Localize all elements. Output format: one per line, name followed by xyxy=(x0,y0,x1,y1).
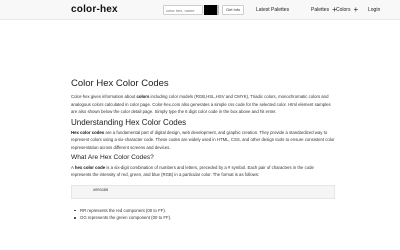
understanding-heading: Understanding Hex Color Codes xyxy=(71,117,187,127)
rgb-component-list: RR represents the red component (00 to F… xyxy=(71,207,335,222)
what-are-heading: What Are Hex Color Codes? xyxy=(71,153,154,161)
understanding-text: are a fundamental part of digital design… xyxy=(71,129,335,150)
code-example-block: #RRGGBB xyxy=(71,184,335,199)
nav-latest-palettes[interactable]: Latest Palettes xyxy=(256,5,289,15)
understanding-bold: Hex color codes xyxy=(71,129,105,135)
intro-bold-colors: colors xyxy=(136,94,150,99)
list-item: RR represents the red component (00 to F… xyxy=(71,207,335,214)
page-title: Color Hex Color Codes xyxy=(71,78,169,89)
what-are-paragraph: A hex color code is a six-digit combinat… xyxy=(71,164,335,179)
what-are-bold: hex color code xyxy=(74,164,106,170)
intro-paragraph: Color-hex gives information about colors… xyxy=(71,93,335,116)
nav-palettes-label: Palettes xyxy=(311,7,330,13)
intro-text-start: Color-hex gives information about xyxy=(71,94,137,99)
nav-colors[interactable]: Colors + xyxy=(336,5,358,15)
list-item: GG represents the green component (00 to… xyxy=(71,214,335,221)
what-are-text-end: is a six-digit combination of numbers an… xyxy=(71,164,314,178)
understanding-paragraph: Hex color codes are a fundamental part o… xyxy=(71,129,335,152)
nav-colors-label: Colors xyxy=(336,7,351,13)
plus-icon: + xyxy=(353,5,359,14)
top-navbar: color-hex Get Info Latest Palettes Palet… xyxy=(0,0,400,20)
nav-login[interactable]: Login xyxy=(368,5,380,15)
nav-links: Latest Palettes Palettes + Colors + Login xyxy=(0,5,400,15)
main-content: Color Hex Color Codes Color-hex gives in… xyxy=(71,78,335,221)
nav-palettes[interactable]: Palettes + xyxy=(311,5,337,15)
